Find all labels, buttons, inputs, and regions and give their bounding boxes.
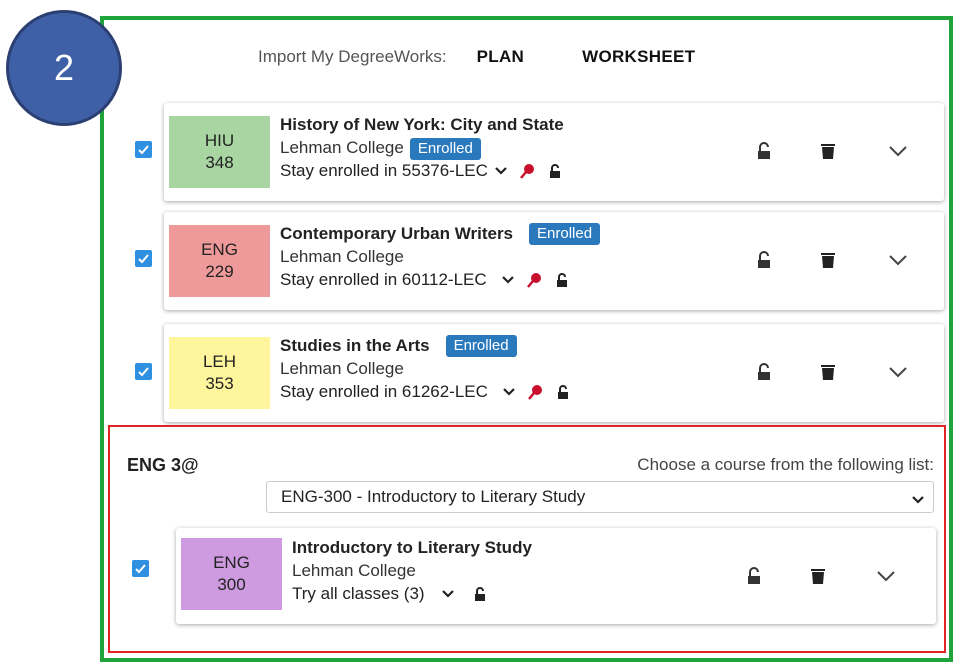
course-number: 229	[205, 262, 234, 281]
course-subject: ENG	[201, 240, 238, 259]
course-checkbox[interactable]	[132, 560, 149, 577]
import-label: Import My DegreeWorks:	[258, 47, 447, 66]
import-plan-button[interactable]: PLAN	[477, 47, 524, 67]
expand-chevron-icon[interactable]	[874, 564, 898, 588]
chevron-down-icon	[911, 490, 925, 510]
enrolled-badge: Enrolled	[409, 138, 481, 160]
trash-icon[interactable]	[816, 248, 840, 272]
course-card-eng-229[interactable]: ENG 229 Contemporary Urban Writers Enroll…	[164, 212, 944, 310]
section-select[interactable]: Try all classes (3)	[292, 584, 425, 604]
course-title: Studies in the Arts	[280, 336, 430, 355]
enrolled-badge: Enrolled	[445, 335, 517, 357]
course-checkbox[interactable]	[135, 250, 152, 267]
trash-icon[interactable]	[816, 360, 840, 384]
course-card-eng-300[interactable]: ENG 300 Introductory to Literary Study L…	[176, 528, 936, 624]
expand-chevron-icon[interactable]	[886, 360, 910, 384]
course-group-prompt: Choose a course from the following list:	[637, 455, 934, 474]
section-select[interactable]: Stay enrolled in 60112-LEC	[280, 270, 487, 290]
course-title: Contemporary Urban Writers	[280, 224, 514, 243]
lock-toggle-icon[interactable]	[742, 564, 766, 588]
import-worksheet-button[interactable]: WORKSHEET	[582, 47, 695, 67]
unlock-icon[interactable]	[556, 384, 570, 400]
checkmark-icon	[135, 564, 146, 574]
enrolled-badge: Enrolled	[529, 223, 601, 245]
course-code-tile: ENG 300	[181, 538, 282, 610]
section-select[interactable]: Stay enrolled in 61262-LEC	[280, 382, 488, 402]
lock-toggle-icon[interactable]	[752, 139, 776, 163]
pin-icon[interactable]	[526, 383, 544, 401]
unlock-icon[interactable]	[548, 163, 562, 179]
course-number: 348	[205, 153, 234, 172]
course-subject: ENG	[213, 553, 250, 572]
pin-icon[interactable]	[518, 162, 536, 180]
course-card-leh-353[interactable]: LEH 353 Studies in the Arts Enrolled Lehm…	[164, 324, 944, 422]
course-subject: HIU	[204, 131, 235, 150]
course-college: Lehman College	[280, 247, 404, 266]
course-group-title: ENG 3@	[127, 455, 199, 475]
course-college: Lehman College	[292, 561, 416, 580]
chevron-down-icon[interactable]	[501, 275, 515, 285]
course-checkbox[interactable]	[135, 141, 152, 158]
course-number: 300	[217, 575, 246, 594]
section-select[interactable]: Stay enrolled in 55376-LEC	[280, 161, 488, 181]
course-subject: LEH	[202, 352, 237, 371]
course-title: History of New York: City and State	[280, 115, 564, 134]
course-card-hiu-348[interactable]: HIU 348 History of New York: City and St…	[164, 103, 944, 201]
course-title: Introductory to Literary Study	[292, 538, 532, 557]
import-degreeworks-row: Import My DegreeWorks: PLAN WORKSHEET	[258, 44, 753, 70]
lock-toggle-icon[interactable]	[752, 360, 776, 384]
expand-chevron-icon[interactable]	[886, 139, 910, 163]
chevron-down-icon[interactable]	[441, 589, 455, 599]
course-checkbox[interactable]	[135, 363, 152, 380]
course-select-value: ENG-300 - Introductory to Literary Study	[281, 487, 586, 506]
course-code-tile: ENG 229	[169, 225, 270, 297]
lock-toggle-icon[interactable]	[752, 248, 776, 272]
unlock-icon[interactable]	[555, 272, 569, 288]
course-college: Lehman College	[280, 138, 404, 157]
unlock-icon[interactable]	[473, 586, 487, 602]
chevron-down-icon[interactable]	[494, 166, 508, 176]
checkmark-icon	[138, 145, 149, 155]
course-college: Lehman College	[280, 359, 404, 378]
trash-icon[interactable]	[806, 564, 830, 588]
pin-icon[interactable]	[525, 271, 543, 289]
chevron-down-icon[interactable]	[502, 387, 516, 397]
trash-icon[interactable]	[816, 139, 840, 163]
expand-chevron-icon[interactable]	[886, 248, 910, 272]
course-code-tile: LEH 353	[169, 337, 270, 409]
course-code-tile: HIU 348	[169, 116, 270, 188]
course-number: 353	[205, 374, 234, 393]
checkmark-icon	[138, 367, 149, 377]
step-number-badge: 2	[6, 10, 122, 126]
course-select-dropdown[interactable]: ENG-300 - Introductory to Literary Study	[266, 481, 934, 513]
checkmark-icon	[138, 254, 149, 264]
